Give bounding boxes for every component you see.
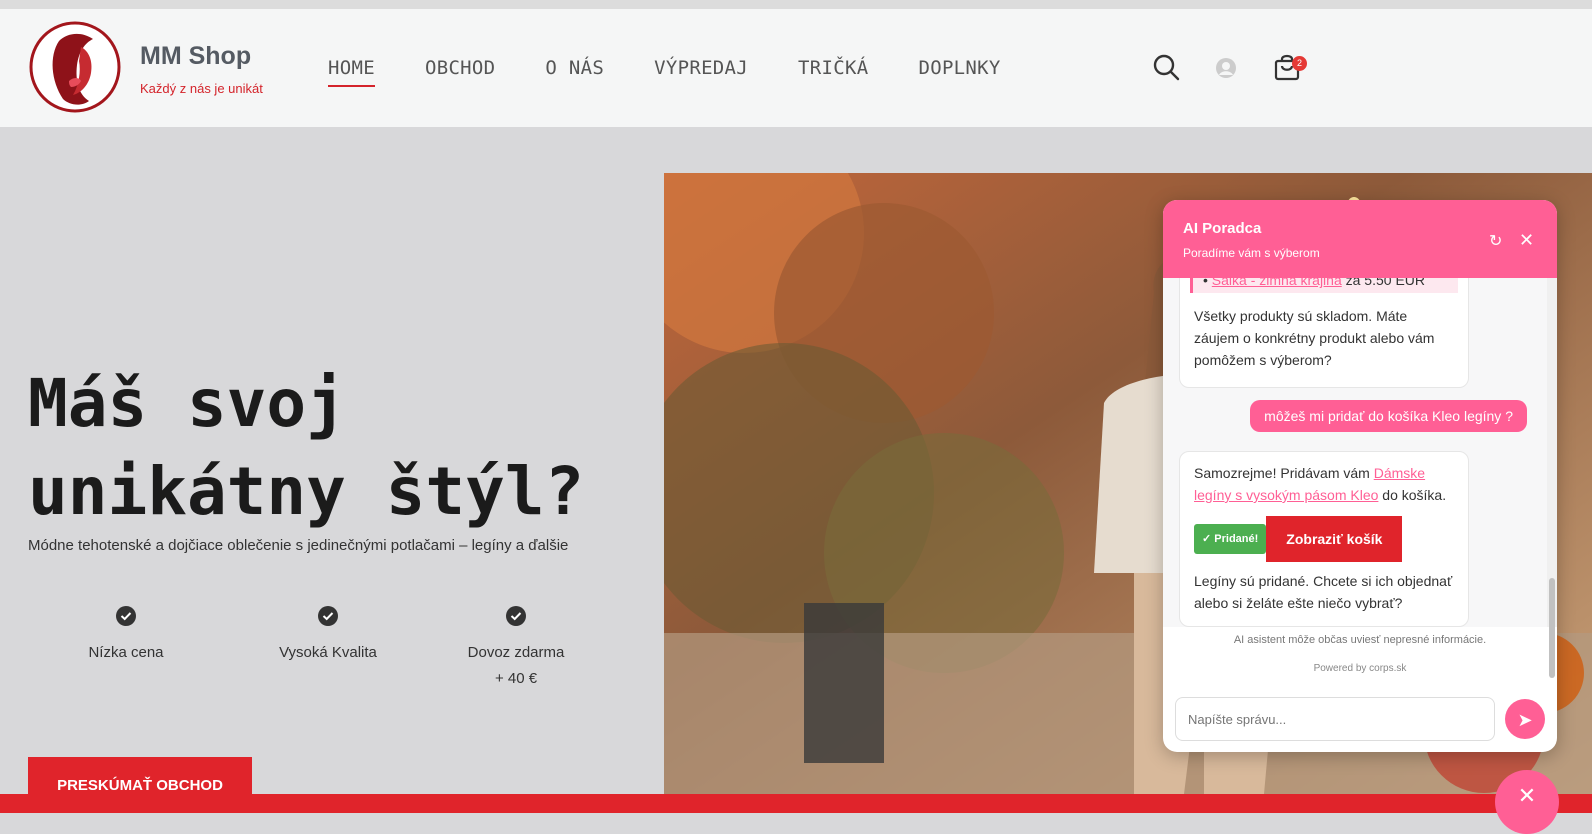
product-link[interactable]: Šálka - zimná krajina <box>1212 278 1342 288</box>
search-icon[interactable] <box>1152 53 1180 81</box>
ai-disclaimer: AI asistent môže občas uviesť nepresné i… <box>1233 634 1487 646</box>
powered-by[interactable]: Powered by corps.sk <box>1163 663 1557 674</box>
feature-low-price: Nízka cena <box>46 606 206 666</box>
nav-vypredaj[interactable]: VÝPREDAJ <box>654 57 748 87</box>
chat-subtitle: Poradíme vám s výberom <box>1183 246 1320 260</box>
cart-count-badge: 2 <box>1292 56 1307 71</box>
bottom-accent-bar <box>0 794 1592 813</box>
chat-messages[interactable]: • Šálka - zimná krajina za 5.50 EUR Všet… <box>1163 278 1557 627</box>
check-circle-icon <box>116 606 136 626</box>
send-icon: ➤ <box>1517 710 1533 730</box>
added-badge: ✓ Pridané! <box>1194 524 1267 554</box>
brand-name[interactable]: MM Shop <box>140 42 251 71</box>
feature-free-shipping: Dovoz zdarma + 40 € <box>436 606 596 692</box>
brand-logo[interactable] <box>29 21 121 113</box>
nav-home[interactable]: HOME <box>328 57 375 87</box>
user-message: môžeš mi pridať do košíka Kleo legíny ? <box>1250 400 1527 432</box>
chat-title: AI Poradca <box>1183 220 1262 237</box>
product-list-quote: • Šálka - zimná krajina za 5.50 EUR <box>1190 278 1458 293</box>
brand-tagline: Každý z nás je unikát <box>140 81 263 96</box>
nav-doplnky[interactable]: DOPLNKY <box>918 57 1000 87</box>
main-nav: HOME OBCHOD O NÁS VÝPREDAJ TRIČKÁ DOPLNK… <box>328 57 1051 87</box>
nav-o-nas[interactable]: O NÁS <box>545 57 604 87</box>
feature-high-quality: Vysoká Kvalita <box>248 606 408 666</box>
chat-scrollbar[interactable] <box>1547 278 1557 678</box>
nav-tricka[interactable]: TRIČKÁ <box>798 57 868 87</box>
hero-title: Máš svoj unikátny štýl? <box>28 365 585 530</box>
close-icon[interactable]: ✕ <box>1519 230 1534 251</box>
chat-toggle-button[interactable]: ✕ <box>1495 770 1559 834</box>
check-circle-icon <box>506 606 526 626</box>
send-button[interactable]: ➤ <box>1505 699 1545 739</box>
hero-subtitle: Módne tehotenské a dojčiace oblečenie s … <box>28 537 569 554</box>
close-icon: ✕ <box>1517 783 1537 808</box>
bot-message: • Šálka - zimná krajina za 5.50 EUR Všet… <box>1179 278 1469 388</box>
reset-icon[interactable]: ↻ <box>1489 231 1502 251</box>
nav-obchod[interactable]: OBCHOD <box>425 57 495 87</box>
ai-chat-widget: AI Poradca Poradíme vám s výberom ↻ ✕ • … <box>1163 200 1557 752</box>
top-strip <box>0 0 1592 9</box>
bot-message: Samozrejme! Pridávam vám Dámske legíny s… <box>1179 451 1469 627</box>
user-icon[interactable] <box>1215 57 1237 79</box>
view-cart-button[interactable]: Zobraziť košík <box>1266 516 1403 562</box>
site-header: MM Shop Každý z nás je unikát HOME OBCHO… <box>0 9 1592 127</box>
check-circle-icon <box>318 606 338 626</box>
chat-message-input[interactable] <box>1175 697 1495 741</box>
chat-header: AI Poradca Poradíme vám s výberom ↻ ✕ <box>1163 200 1557 278</box>
